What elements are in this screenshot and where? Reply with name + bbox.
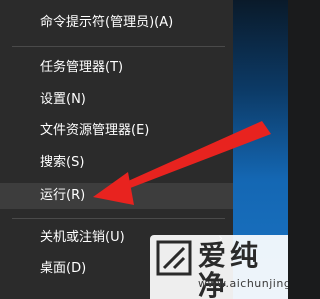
menu-item-settings[interactable]: 设置(N) [0,87,233,113]
menu-item-search[interactable]: 搜索(S) [0,150,233,176]
menu-item-task-manager[interactable]: 任务管理器(T) [0,55,233,81]
menu-item-label: 搜索(S) [40,155,85,170]
watermark-brand-text: 爱纯净 [198,239,263,299]
screenshot: 命令提示符(管理员)(A) 任务管理器(T) 设置(N) 文件资源管理器(E) … [0,0,288,299]
menu-item-label: 关机或注销(U) [40,230,125,245]
watermark-url: www.aichunjing.com [198,277,288,290]
menu-separator [12,218,225,219]
menu-item-label: 文件资源管理器(E) [40,123,150,138]
aichunjing-logo-icon [156,240,192,276]
watermark: 爱纯净 www.aichunjing.com [150,235,288,299]
menu-item-label: 桌面(D) [40,261,87,276]
menu-item-file-explorer[interactable]: 文件资源管理器(E) [0,118,233,144]
menu-item-label: 任务管理器(T) [40,60,124,75]
menu-item-command-prompt-admin[interactable]: 命令提示符(管理员)(A) [0,10,233,36]
menu-item-label: 设置(N) [40,92,86,107]
menu-item-label: 命令提示符(管理员)(A) [40,15,174,30]
menu-item-label: 运行(R) [40,188,86,203]
menu-item-run[interactable]: 运行(R) [0,183,233,209]
menu-separator [12,46,225,47]
